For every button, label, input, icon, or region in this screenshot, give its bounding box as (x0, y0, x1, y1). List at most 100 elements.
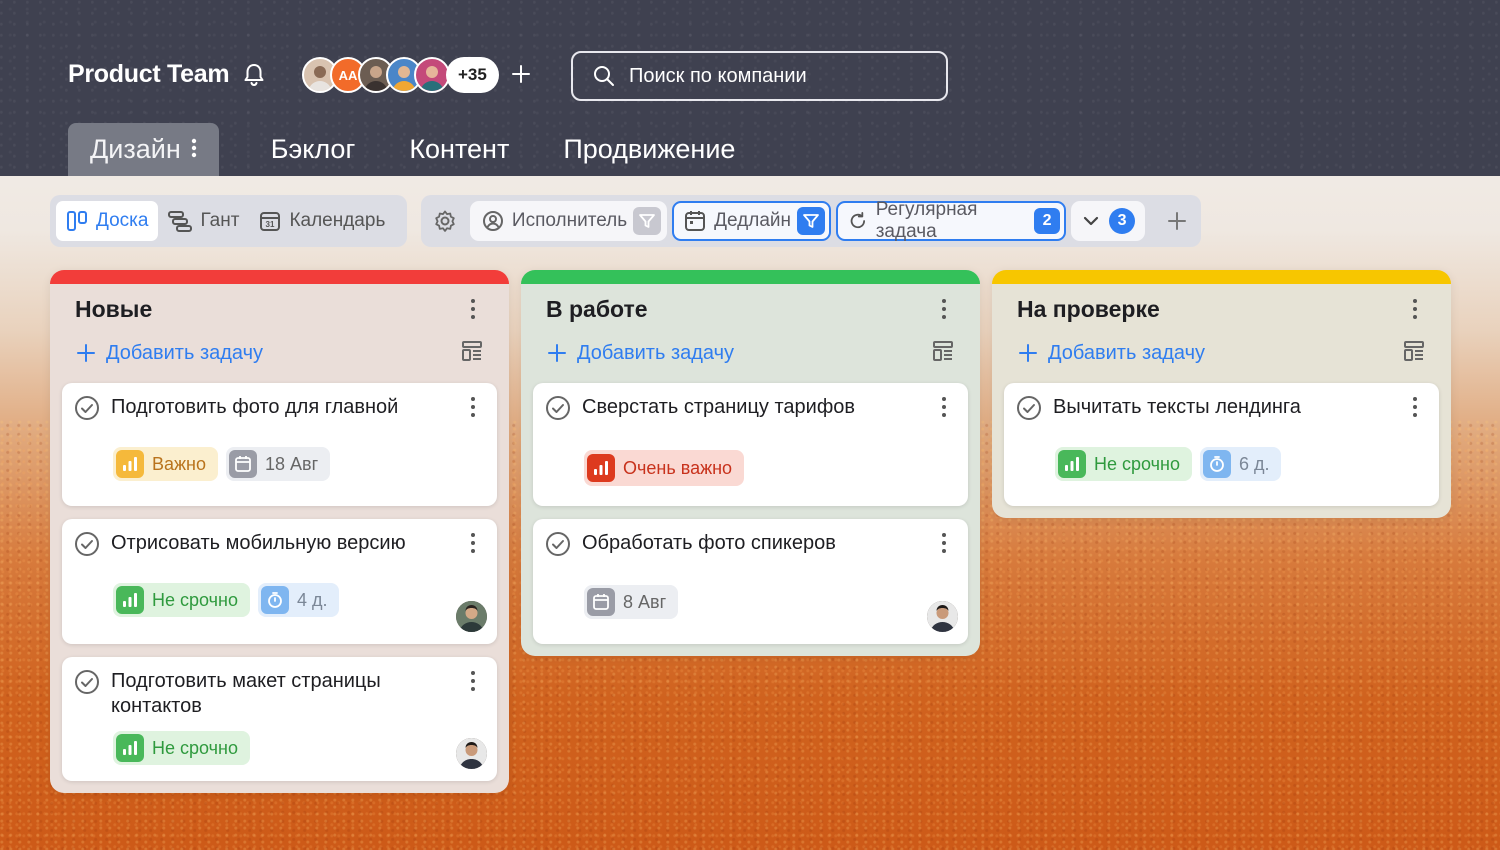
check-circle-icon[interactable] (74, 395, 100, 421)
task-title: Сверстать страницу тарифов (582, 396, 856, 418)
view-calendar-button[interactable]: 31 Календарь (249, 201, 395, 241)
filter-deadline[interactable]: Дедлайн (672, 201, 831, 241)
assignee-avatar[interactable] (927, 601, 958, 632)
gantt-icon (168, 211, 193, 232)
priority-tag[interactable]: Важно (113, 447, 219, 481)
add-member-icon[interactable] (509, 62, 533, 86)
due-date-tag[interactable]: 8 Авг (584, 585, 679, 619)
check-circle-icon[interactable] (74, 669, 100, 695)
team-name: Product Team (68, 60, 230, 88)
search-input[interactable] (629, 64, 929, 88)
view-gantt-label: Гант (200, 210, 240, 231)
gear-icon[interactable] (429, 203, 462, 239)
task-card[interactable]: Обработать фото спикеров 8 Авг (533, 519, 968, 644)
column-new: Новые Добавить задачу Подготовить фото д… (50, 270, 509, 793)
calendar-icon (229, 450, 258, 478)
task-card[interactable]: Вычитать тексты лендинга Не срочно 6 д. (1004, 383, 1439, 506)
priority-label: Не срочно (152, 589, 238, 610)
due-date-tag[interactable]: 18 Авг (226, 447, 331, 481)
more-filters-button[interactable]: 3 (1071, 201, 1146, 241)
company-search[interactable] (571, 51, 948, 101)
template-icon[interactable] (1403, 340, 1425, 367)
task-title: Обработать фото спикеров (582, 532, 836, 554)
tab-design[interactable]: Дизайн (68, 123, 219, 176)
column-menu-icon[interactable] (463, 297, 483, 321)
assignee-avatar[interactable] (456, 738, 487, 769)
add-filter-icon[interactable] (1160, 203, 1193, 239)
task-title: Вычитать тексты лендинга (1053, 396, 1301, 418)
estimate-tag[interactable]: 6 д. (1199, 447, 1282, 481)
column-menu-icon[interactable] (934, 297, 954, 321)
filter-recurring-count: 2 (1034, 208, 1061, 234)
tab-promotion[interactable]: Продвижение (563, 123, 735, 176)
assignee-avatar[interactable] (456, 601, 487, 632)
priority-bars-icon (116, 734, 144, 762)
tab-menu-icon[interactable] (191, 137, 197, 163)
priority-label: Важно (152, 453, 207, 474)
card-menu-icon[interactable] (463, 395, 483, 419)
filter-recurring-label: Регулярная задача (875, 199, 978, 242)
check-circle-icon[interactable] (545, 531, 571, 557)
search-icon (594, 66, 614, 86)
user-icon (482, 211, 503, 231)
task-card[interactable]: Отрисовать мобильную версию Не срочно 4 … (62, 519, 497, 644)
add-task-label: Добавить задачу (1048, 341, 1206, 364)
estimate-tag[interactable]: 4 д. (257, 583, 340, 617)
funnel-icon (797, 207, 825, 235)
project-tabs: Дизайн Бэклог Контент Продвижение (68, 123, 735, 176)
board-icon (67, 211, 87, 231)
tab-backlog[interactable]: Бэклог (271, 123, 356, 176)
add-task-button[interactable]: Добавить задачу (547, 342, 734, 365)
card-menu-icon[interactable] (934, 531, 954, 555)
repeat-icon (850, 212, 866, 229)
priority-tag[interactable]: Очень важно (584, 450, 745, 486)
task-card[interactable]: Сверстать страницу тарифов Очень важно (533, 383, 968, 506)
add-task-label: Добавить задачу (577, 341, 735, 364)
priority-tag[interactable]: Не срочно (1055, 447, 1192, 481)
due-date-label: 8 Авг (623, 591, 667, 612)
task-card[interactable]: Подготовить макет страницы контактов Не … (62, 657, 497, 781)
add-task-label: Добавить задачу (106, 341, 264, 364)
view-switcher: Доска Гант 31 Календарь (50, 195, 407, 247)
add-task-button[interactable]: Добавить задачу (76, 342, 263, 365)
add-task-button[interactable]: Добавить задачу (1018, 342, 1205, 365)
priority-tag[interactable]: Не срочно (113, 583, 250, 617)
check-circle-icon[interactable] (1016, 395, 1042, 421)
column-menu-icon[interactable] (1405, 297, 1425, 321)
card-menu-icon[interactable] (934, 395, 954, 419)
members-more-badge[interactable]: +35 (446, 57, 499, 93)
task-card[interactable]: Подготовить фото для главной Важно 18 Ав… (62, 383, 497, 506)
filter-bar: Исполнитель Дедлайн Регулярная задача 2 … (421, 195, 1201, 247)
card-menu-icon[interactable] (1405, 395, 1425, 419)
member-avatar-5[interactable] (414, 57, 450, 93)
check-circle-icon[interactable] (74, 531, 100, 557)
plus-icon (548, 344, 566, 362)
column-color-stripe (50, 270, 509, 284)
task-title: Подготовить фото для главной (111, 396, 399, 418)
column-title: В работе (546, 295, 648, 322)
due-date-label: 18 Авг (265, 453, 319, 474)
check-circle-icon[interactable] (545, 395, 571, 421)
plus-icon (1019, 344, 1037, 362)
card-menu-icon[interactable] (463, 669, 483, 693)
task-title: Отрисовать мобильную версию (111, 532, 406, 554)
calendar-icon (685, 211, 706, 231)
filter-recurring[interactable]: Регулярная задача 2 (836, 199, 1067, 242)
member-avatars[interactable]: AA +35 (302, 57, 499, 93)
template-icon[interactable] (932, 340, 954, 367)
view-calendar-label: Календарь (289, 210, 386, 231)
tab-content[interactable]: Контент (409, 123, 509, 176)
filter-deadline-label: Дедлайн (714, 210, 791, 231)
template-icon[interactable] (461, 340, 483, 367)
card-menu-icon[interactable] (463, 531, 483, 555)
filter-assignee[interactable]: Исполнитель (469, 201, 668, 241)
bell-icon[interactable] (242, 62, 268, 88)
column-color-stripe (521, 270, 980, 284)
view-gantt-button[interactable]: Гант (158, 201, 249, 241)
view-board-button[interactable]: Доска (56, 201, 159, 241)
column-color-stripe (992, 270, 1451, 284)
column-in-progress: В работе Добавить задачу Сверстать стран… (521, 270, 980, 656)
stopwatch-icon (1202, 450, 1231, 478)
column-review: На проверке Добавить задачу Вычитать тек… (992, 270, 1451, 518)
priority-tag[interactable]: Не срочно (113, 731, 250, 765)
